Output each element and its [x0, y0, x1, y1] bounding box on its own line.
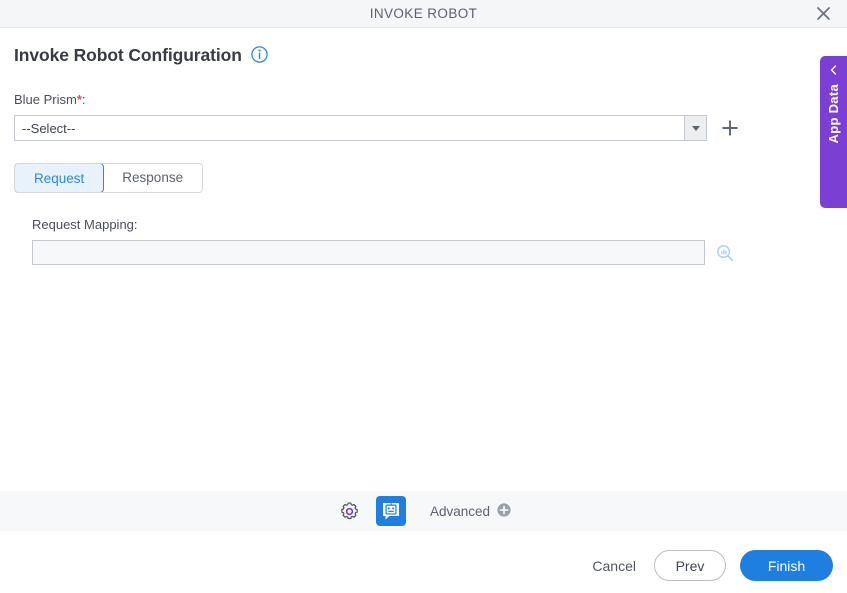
dialog-title: INVOKE ROBOT — [369, 6, 478, 21]
bottom-toolbar: Advanced — [0, 491, 847, 531]
tab-request[interactable]: Request — [15, 164, 105, 192]
blue-prism-select[interactable]: --Select-- — [14, 115, 707, 141]
advanced-toggle[interactable]: Advanced — [429, 502, 511, 520]
blue-prism-selected-value[interactable]: --Select-- — [15, 116, 684, 140]
magnifier-icon[interactable] — [713, 241, 737, 265]
request-mapping-input[interactable] — [32, 240, 705, 265]
tab-response[interactable]: Response — [103, 164, 203, 192]
prev-button[interactable]: Prev — [654, 550, 726, 581]
request-mapping-block: Request Mapping: — [14, 217, 833, 265]
dialog-footer: Cancel Prev Finish — [588, 550, 833, 581]
cancel-button[interactable]: Cancel — [588, 552, 640, 580]
chevron-left-icon — [829, 63, 839, 78]
plus-circle-icon[interactable] — [497, 502, 511, 520]
request-response-tabs[interactable]: Request Response — [14, 163, 204, 193]
request-mapping-label: Request Mapping: — [32, 217, 138, 232]
caret-down-icon[interactable] — [684, 116, 706, 140]
add-blue-prism-button[interactable] — [715, 115, 745, 141]
dialog-titlebar: INVOKE ROBOT — [0, 0, 847, 28]
info-icon[interactable] — [251, 45, 268, 66]
gear-icon[interactable] — [336, 497, 364, 525]
blue-prism-label: Blue Prism*: — [14, 92, 833, 107]
app-data-panel-toggle[interactable]: App Data — [820, 56, 847, 208]
dialog-content: Invoke Robot Configuration Blue Prism*: … — [0, 29, 847, 265]
page-title: Invoke Robot Configuration — [14, 45, 242, 65]
request-mapping-row — [32, 240, 833, 265]
page-title-row: Invoke Robot Configuration — [14, 45, 833, 66]
advanced-label: Advanced — [429, 503, 491, 519]
robot-chat-icon[interactable] — [375, 496, 406, 526]
finish-button[interactable]: Finish — [740, 550, 833, 581]
dialog-body: App Data Invoke Robot Configuration Blue… — [0, 29, 847, 593]
blue-prism-row: --Select-- — [14, 115, 833, 141]
app-data-label: App Data — [826, 84, 841, 144]
blue-prism-label-text: Blue Prism — [14, 92, 77, 107]
close-icon[interactable] — [811, 2, 835, 26]
blue-prism-label-colon: : — [81, 92, 86, 107]
